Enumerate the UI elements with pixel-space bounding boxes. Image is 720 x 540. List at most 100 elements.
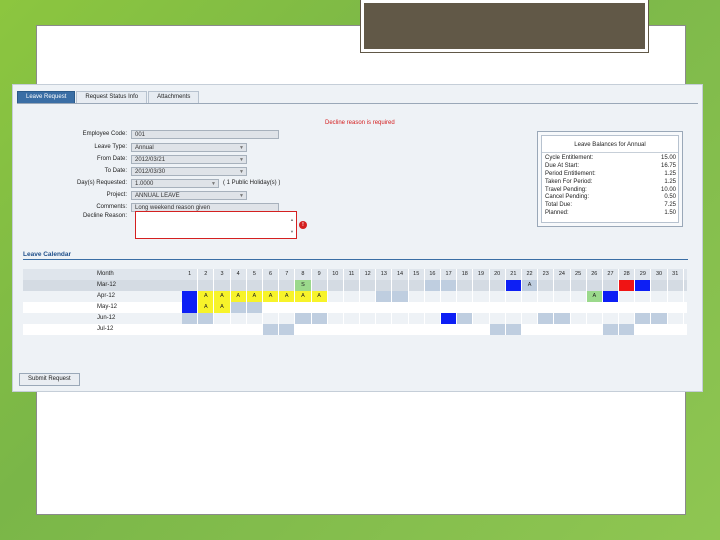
calendar-day-cell[interactable] — [392, 324, 409, 335]
calendar-day-cell[interactable]: A — [246, 291, 263, 302]
submit-request-button[interactable]: Submit Request — [19, 373, 80, 386]
calendar-day-cell[interactable] — [473, 324, 490, 335]
calendar-day-cell[interactable] — [571, 280, 587, 291]
calendar-day-cell[interactable] — [457, 302, 474, 313]
calendar-day-cell[interactable] — [376, 313, 393, 324]
calendar-day-cell[interactable] — [668, 280, 684, 291]
calendar-day-cell[interactable] — [441, 313, 458, 324]
calendar-day-cell[interactable] — [376, 291, 393, 302]
calendar-day-cell[interactable] — [587, 302, 603, 313]
textarea-scroll-arrows-icon[interactable]: ▲ ▼ — [290, 214, 294, 238]
calendar-day-cell[interactable] — [425, 313, 441, 324]
calendar-day-cell[interactable] — [538, 291, 555, 302]
calendar-day-cell[interactable] — [214, 280, 231, 291]
form-select[interactable]: Annual ▼ — [131, 142, 247, 152]
calendar-day-cell[interactable] — [409, 302, 425, 313]
calendar-day-cell[interactable] — [571, 302, 587, 313]
tab-request-status-info[interactable]: Request Status Info — [76, 91, 148, 103]
calendar-day-cell[interactable] — [506, 313, 522, 324]
calendar-day-cell[interactable] — [522, 313, 539, 324]
calendar-day-cell[interactable] — [473, 291, 490, 302]
calendar-day-cell[interactable] — [490, 313, 506, 324]
calendar-day-cell[interactable] — [457, 324, 474, 335]
calendar-day-cell[interactable] — [392, 313, 409, 324]
calendar-day-cell[interactable]: A — [214, 291, 231, 302]
calendar-day-cell[interactable] — [182, 324, 199, 335]
calendar-day-cell[interactable] — [279, 324, 296, 335]
calendar-day-cell[interactable] — [246, 302, 263, 313]
calendar-day-cell[interactable] — [457, 291, 474, 302]
calendar-day-cell[interactable] — [522, 291, 539, 302]
calendar-day-cell[interactable] — [360, 291, 377, 302]
calendar-day-cell[interactable] — [409, 280, 425, 291]
calendar-day-cell[interactable] — [295, 302, 312, 313]
calendar-day-cell[interactable] — [490, 291, 506, 302]
calendar-day-cell[interactable] — [344, 313, 361, 324]
calendar-day-cell[interactable] — [538, 313, 555, 324]
calendar-day-cell[interactable] — [635, 313, 652, 324]
calendar-day-cell[interactable] — [473, 280, 490, 291]
calendar-day-cell[interactable] — [538, 302, 555, 313]
calendar-day-cell[interactable] — [473, 302, 490, 313]
calendar-day-cell[interactable]: A — [586, 291, 603, 302]
calendar-day-cell[interactable] — [441, 324, 458, 335]
calendar-day-cell[interactable] — [344, 291, 361, 302]
form-select[interactable]: 2012/03/21 ▼ — [131, 154, 247, 164]
calendar-day-cell[interactable] — [651, 291, 668, 302]
calendar-day-cell[interactable] — [376, 280, 393, 291]
calendar-day-cell[interactable] — [392, 280, 409, 291]
calendar-day-cell[interactable] — [490, 302, 506, 313]
calendar-day-cell[interactable] — [635, 324, 652, 335]
chevron-down-icon[interactable]: ▼ — [239, 156, 244, 164]
calendar-day-cell[interactable] — [506, 291, 522, 302]
calendar-day-cell[interactable] — [554, 302, 571, 313]
form-select[interactable]: 1.0000 ▼ — [131, 178, 219, 188]
calendar-day-cell[interactable] — [231, 280, 247, 291]
calendar-day-cell[interactable] — [214, 324, 231, 335]
calendar-day-cell[interactable] — [635, 302, 652, 313]
calendar-day-cell[interactable]: A — [279, 291, 296, 302]
calendar-day-cell[interactable] — [602, 324, 620, 335]
calendar-day-cell[interactable] — [441, 280, 458, 291]
calendar-day-cell[interactable] — [505, 324, 522, 335]
calendar-day-cell[interactable] — [231, 324, 247, 335]
calendar-day-cell[interactable] — [554, 324, 571, 335]
calendar-day-cell[interactable] — [554, 280, 571, 291]
tab-leave-request[interactable]: Leave Request — [17, 91, 76, 103]
calendar-day-cell[interactable] — [182, 313, 199, 324]
form-select[interactable]: 2012/03/30 ▼ — [131, 166, 247, 176]
calendar-day-cell[interactable] — [328, 302, 344, 313]
calendar-day-cell[interactable] — [425, 324, 441, 335]
calendar-day-cell[interactable] — [198, 313, 215, 324]
calendar-day-cell[interactable] — [619, 302, 636, 313]
calendar-day-cell[interactable] — [651, 280, 668, 291]
calendar-day-cell[interactable] — [376, 302, 393, 313]
calendar-day-cell[interactable] — [312, 302, 328, 313]
calendar-day-cell[interactable] — [376, 324, 393, 335]
calendar-day-cell[interactable]: A — [214, 302, 231, 313]
calendar-day-cell[interactable] — [425, 302, 441, 313]
calendar-day-cell[interactable] — [247, 324, 263, 335]
calendar-day-cell[interactable] — [198, 324, 215, 335]
calendar-day-cell[interactable]: A — [311, 291, 328, 302]
calendar-day-cell[interactable] — [619, 324, 636, 335]
calendar-day-cell[interactable]: A — [521, 280, 539, 291]
calendar-day-cell[interactable] — [360, 324, 377, 335]
chevron-down-icon[interactable]: ▼ — [239, 192, 244, 200]
calendar-day-cell[interactable] — [651, 313, 668, 324]
calendar-day-cell[interactable] — [619, 280, 636, 291]
calendar-day-cell[interactable] — [295, 313, 312, 324]
calendar-day-cell[interactable] — [635, 280, 652, 291]
calendar-day-cell[interactable] — [441, 291, 458, 302]
calendar-day-cell[interactable] — [198, 280, 215, 291]
calendar-day-cell[interactable] — [587, 313, 603, 324]
calendar-day-cell[interactable] — [571, 324, 587, 335]
calendar-day-cell[interactable] — [214, 313, 231, 324]
calendar-day-cell[interactable] — [506, 302, 522, 313]
calendar-day-cell[interactable] — [457, 280, 474, 291]
calendar-day-cell[interactable] — [490, 280, 506, 291]
calendar-day-cell[interactable] — [312, 280, 328, 291]
calendar-day-cell[interactable] — [457, 313, 474, 324]
calendar-day-cell[interactable] — [182, 291, 199, 302]
calendar-day-cell[interactable] — [392, 291, 409, 302]
